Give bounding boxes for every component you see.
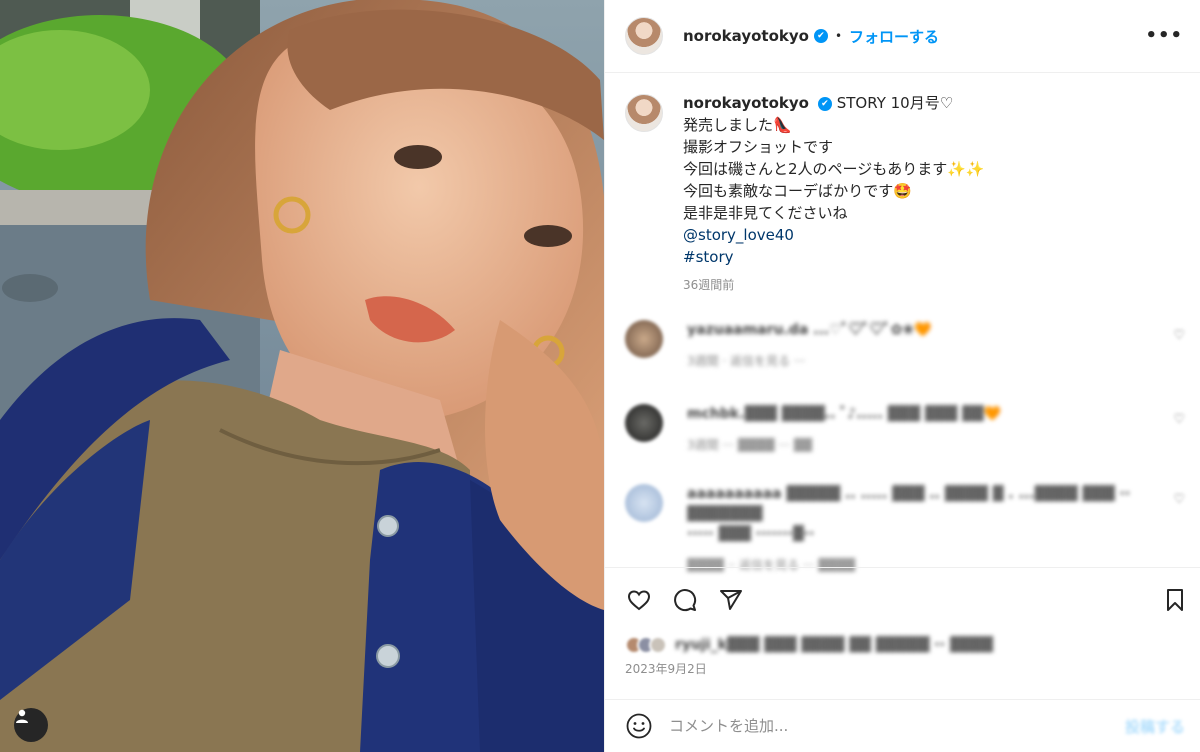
post-comment-button[interactable]: 投稿する <box>1125 716 1185 737</box>
comment-input[interactable] <box>669 717 1089 735</box>
caption-line: 是非是非見てくださいね <box>683 204 848 222</box>
caption-avatar[interactable] <box>625 94 663 132</box>
caption-title: STORY 10月号♡ <box>836 94 954 112</box>
caption-time-ago[interactable]: 36週間前 <box>683 274 985 296</box>
action-icons-row <box>625 586 745 614</box>
bookmark-icon <box>1167 589 1183 611</box>
comment-text: yazuaamaru.da ...♡ﾟ♡ﾟ♡ﾟ✿❀🧡 <box>687 322 932 338</box>
comment-bubble-icon <box>674 589 697 612</box>
comment-item: yazuaamaru.da ...♡ﾟ♡ﾟ♡ﾟ✿❀🧡 3週間 · 返信を見る ·… <box>625 320 1185 369</box>
likes-text: ryuji_k▓▓▓ ▓▓▓ ▓▓▓▓ ▓▓ ▓▓▓▓▓ ·· ▓▓▓▓ <box>675 637 993 653</box>
caption-first-line: norokayotokyo ✔ STORY 10月号♡ <box>683 92 985 114</box>
comment-text: mchbk.▓▓▓ ▓▓▓▓.. ﾞ♪..... ▓▓▓ ▓▓▓ ▓▓🧡 <box>687 406 1001 422</box>
smiley-face-icon <box>626 713 652 739</box>
comment-avatar[interactable] <box>625 484 663 522</box>
user-tag-button[interactable] <box>14 708 48 742</box>
like-button[interactable] <box>625 586 653 614</box>
caption-username[interactable]: norokayotokyo <box>683 94 809 112</box>
post-date[interactable]: 2023年9月2日 <box>625 660 707 677</box>
save-button[interactable] <box>1161 586 1189 614</box>
post-header: norokayotokyo ✔ • フォローする ••• <box>605 0 1200 73</box>
caption-line: 撮影オフショットです <box>683 138 834 156</box>
comment-avatar[interactable] <box>625 404 663 442</box>
add-comment-bar: 投稿する <box>605 699 1200 752</box>
share-button[interactable] <box>717 586 745 614</box>
comment-item: mchbk.▓▓▓ ▓▓▓▓.. ﾞ♪..... ▓▓▓ ▓▓▓ ▓▓🧡 3週間… <box>625 404 1185 453</box>
comment-like-icon[interactable]: ♡ <box>1173 412 1185 427</box>
more-options-icon[interactable]: ••• <box>1145 25 1183 46</box>
caption-body: norokayotokyo ✔ STORY 10月号♡ 発売しました👠 撮影オフシ… <box>683 92 985 296</box>
separator-dot: • <box>834 29 843 43</box>
comment-body: aaaaaaaaaa ▓▓▓▓▓ .. ..... ▓▓▓ .. ▓▓▓▓ ▓ … <box>687 484 1185 573</box>
verified-badge-icon: ✔ <box>817 96 832 111</box>
caption-line: 今回も素敵なコーデばかりです🤩 <box>683 182 912 200</box>
liker-avatars <box>625 636 667 654</box>
comment-like-icon[interactable]: ♡ <box>1173 492 1185 507</box>
header-username[interactable]: norokayotokyo <box>683 27 809 45</box>
comment-meta: 3週間 ··· ▓▓▓▓ ··· ▓▓ <box>687 438 813 452</box>
caption-line: 発売しました👠 <box>683 116 792 134</box>
verified-badge-icon: ✔ <box>813 29 828 43</box>
post-actions: ryuji_k▓▓▓ ▓▓▓ ▓▓▓▓ ▓▓ ▓▓▓▓▓ ·· ▓▓▓▓ 202… <box>605 567 1200 699</box>
comment-body: mchbk.▓▓▓ ▓▓▓▓.. ﾞ♪..... ▓▓▓ ▓▓▓ ▓▓🧡 3週間… <box>687 404 1001 453</box>
post-side-panel: norokayotokyo ✔ • フォローする ••• norokayotok… <box>604 0 1200 752</box>
post-photo[interactable] <box>0 0 604 752</box>
emoji-button[interactable] <box>625 712 653 740</box>
hashtag-link[interactable]: #story <box>683 246 985 268</box>
paper-plane-icon <box>720 590 742 610</box>
comment-like-icon[interactable]: ♡ <box>1173 328 1185 343</box>
comment-meta: 3週間 · 返信を見る ··· <box>687 354 806 368</box>
caption-line: 今回は磯さんと2人のページもあります✨✨ <box>683 160 985 178</box>
person-icon <box>16 709 28 723</box>
caption: norokayotokyo ✔ STORY 10月号♡ 発売しました👠 撮影オフシ… <box>625 92 1185 296</box>
comment-text: aaaaaaaaaa ▓▓▓▓▓ .. ..... ▓▓▓ .. ▓▓▓▓ ▓ … <box>687 486 1131 522</box>
likes-summary[interactable]: ryuji_k▓▓▓ ▓▓▓ ▓▓▓▓ ▓▓ ▓▓▓▓▓ ·· ▓▓▓▓ <box>625 636 993 654</box>
comment-item: aaaaaaaaaa ▓▓▓▓▓ .. ..... ▓▓▓ .. ▓▓▓▓ ▓ … <box>625 484 1185 573</box>
comment-button[interactable] <box>671 586 699 614</box>
mention-link[interactable]: @story_love40 <box>683 224 985 246</box>
avatar[interactable] <box>625 17 663 55</box>
comment-text-continued: ····· ▓▓▓ ·······▓·· <box>687 526 815 542</box>
avatar <box>649 636 667 654</box>
photo-illustration <box>0 0 604 752</box>
comment-avatar[interactable] <box>625 320 663 358</box>
follow-button[interactable]: フォローする <box>849 26 939 47</box>
comment-body: yazuaamaru.da ...♡ﾟ♡ﾟ♡ﾟ✿❀🧡 3週間 · 返信を見る ·… <box>687 320 932 369</box>
heart-outline-icon <box>627 590 651 611</box>
